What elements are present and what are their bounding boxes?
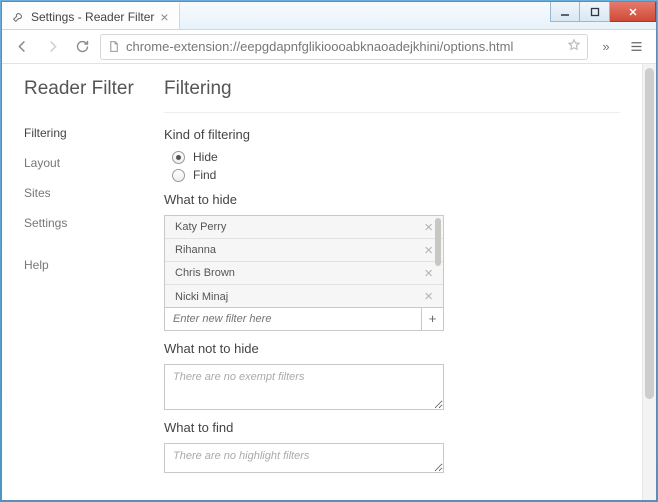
filter-item[interactable]: Katy Perry × (165, 216, 443, 239)
nav-sites[interactable]: Sites (24, 178, 164, 208)
maximize-button[interactable] (580, 2, 610, 22)
radio-label: Hide (193, 150, 218, 164)
not-hide-heading: What not to hide (164, 341, 620, 356)
nav-help[interactable]: Help (24, 250, 164, 280)
overflow-button[interactable]: » (594, 35, 618, 59)
titlebar: Settings - Reader Filter × (2, 2, 656, 30)
find-heading: What to find (164, 420, 620, 435)
scrollbar-thumb[interactable] (645, 68, 654, 399)
url-text: chrome-extension://eepgdapnfglikioooabkn… (126, 39, 561, 54)
back-button[interactable] (10, 35, 34, 59)
filter-scrollbar[interactable] (435, 218, 441, 306)
filter-text: Nicki Minaj (175, 291, 228, 303)
sidebar: Reader Filter Filtering Layout Sites Set… (24, 78, 164, 500)
nav-filtering[interactable]: Filtering (24, 118, 164, 148)
remove-icon[interactable]: × (424, 242, 433, 259)
tab-close-icon[interactable]: × (160, 10, 168, 24)
radio-icon (172, 169, 185, 182)
window-controls (550, 2, 656, 29)
radio-find[interactable]: Find (172, 168, 620, 182)
browser-toolbar: chrome-extension://eepgdapnfglikioooabkn… (2, 30, 656, 64)
browser-window: Settings - Reader Filter × chrome-extens… (1, 1, 657, 501)
reload-button[interactable] (70, 35, 94, 59)
filter-item[interactable]: Chris Brown × (165, 262, 443, 285)
star-icon[interactable] (567, 38, 581, 55)
nav-layout[interactable]: Layout (24, 148, 164, 178)
add-filter-button[interactable]: + (421, 308, 443, 330)
kind-radios: Hide Find (164, 150, 620, 182)
minimize-button[interactable] (550, 2, 580, 22)
menu-button[interactable] (624, 35, 648, 59)
content-area: Reader Filter Filtering Layout Sites Set… (2, 64, 656, 500)
wrench-icon (12, 10, 25, 23)
remove-icon[interactable]: × (424, 265, 433, 282)
window-close-button[interactable] (610, 2, 656, 22)
hide-filter-list: Katy Perry × Rihanna × Chris Brown × Nicki … (165, 216, 443, 308)
page-title: Filtering (164, 78, 620, 113)
options-page: Reader Filter Filtering Layout Sites Set… (2, 64, 642, 500)
radio-label: Find (193, 168, 216, 182)
scrollbar-thumb[interactable] (435, 218, 441, 266)
hide-heading: What to hide (164, 192, 620, 207)
page-scrollbar[interactable] (642, 64, 656, 500)
nav-settings[interactable]: Settings (24, 208, 164, 238)
tab-title: Settings - Reader Filter (31, 10, 154, 24)
find-textarea[interactable]: There are no highlight filters (164, 443, 444, 473)
filter-text: Katy Perry (175, 221, 226, 233)
hide-filter-box: Katy Perry × Rihanna × Chris Brown × Nicki … (164, 215, 444, 331)
main-panel: Filtering Kind of filtering Hide Find Wh… (164, 78, 620, 500)
radio-icon (172, 151, 185, 164)
browser-tab[interactable]: Settings - Reader Filter × (2, 2, 180, 29)
filter-text: Rihanna (175, 244, 216, 256)
filter-text: Chris Brown (175, 267, 235, 279)
hide-filter-add-row: + (165, 308, 443, 330)
hide-filter-input[interactable] (165, 313, 421, 325)
filter-item[interactable]: Nicki Minaj × (165, 285, 443, 308)
page-icon (107, 40, 120, 53)
forward-button[interactable] (40, 35, 64, 59)
filter-item[interactable]: Rihanna × (165, 239, 443, 262)
address-bar[interactable]: chrome-extension://eepgdapnfglikioooabkn… (100, 34, 588, 60)
radio-hide[interactable]: Hide (172, 150, 620, 164)
app-title: Reader Filter (24, 78, 164, 100)
remove-icon[interactable]: × (424, 288, 433, 305)
not-hide-textarea[interactable]: There are no exempt filters (164, 364, 444, 410)
kind-heading: Kind of filtering (164, 127, 620, 142)
remove-icon[interactable]: × (424, 219, 433, 236)
